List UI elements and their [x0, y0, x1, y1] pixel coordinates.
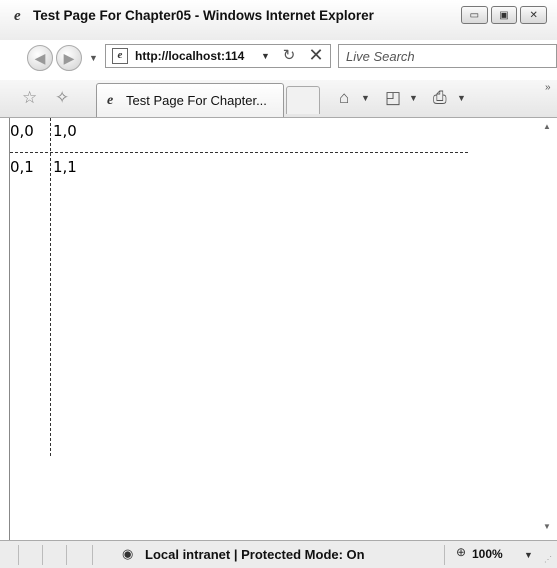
- minimize-button[interactable]: ▭: [461, 6, 488, 24]
- zoom-level[interactable]: 100%: [472, 547, 503, 561]
- address-input[interactable]: http://localhost:114: [135, 49, 244, 63]
- address-bar[interactable]: e http://localhost:114 ▼ ↻ ✕: [105, 44, 331, 68]
- new-tab-button[interactable]: [286, 86, 320, 114]
- navigation-bar: ◀ ▶ ▼ e http://localhost:114 ▼ ↻ ✕ Live …: [0, 40, 557, 80]
- stop-icon[interactable]: ✕: [305, 45, 327, 65]
- vertical-dashed-border: [50, 118, 51, 456]
- status-divider: [42, 545, 43, 565]
- print-dropdown-icon[interactable]: ▼: [457, 93, 466, 103]
- maximize-button[interactable]: ▣: [490, 6, 518, 24]
- title-bar: e Test Page For Chapter05 - Windows Inte…: [0, 0, 557, 40]
- status-divider: [18, 545, 19, 565]
- vertical-scrollbar[interactable]: ▲ ▼: [539, 118, 557, 540]
- tab-label: Test Page For Chapter...: [126, 93, 267, 108]
- scroll-down-arrow-icon[interactable]: ▼: [543, 522, 551, 531]
- cell-0-1: 0,1: [10, 158, 34, 176]
- refresh-icon[interactable]: ↻: [278, 46, 300, 66]
- window-title: Test Page For Chapter05 - Windows Intern…: [33, 8, 374, 23]
- network-zone-icon: ◉: [122, 546, 134, 561]
- back-button[interactable]: ◀: [27, 45, 53, 71]
- zoom-dropdown-icon[interactable]: ▼: [524, 550, 533, 560]
- horizontal-dashed-border: [10, 152, 468, 153]
- cell-1-1: 1,1: [53, 158, 77, 176]
- window-controls: ▭ ▣ ✕: [461, 6, 548, 26]
- status-divider: [92, 545, 93, 565]
- tab-page-icon: e: [107, 93, 114, 108]
- status-bar: ◉ Local intranet | Protected Mode: On ⊕ …: [0, 540, 557, 568]
- status-divider: [66, 545, 67, 565]
- add-favorite-icon[interactable]: ✧: [55, 88, 69, 108]
- scroll-up-arrow-icon[interactable]: ▲: [543, 122, 551, 131]
- search-placeholder: Live Search: [346, 49, 415, 64]
- recent-pages-dropdown-icon[interactable]: ▼: [89, 53, 98, 63]
- feeds-dropdown-icon[interactable]: ▼: [409, 93, 418, 103]
- ie-window: e Test Page For Chapter05 - Windows Inte…: [0, 0, 557, 568]
- resize-grip-icon[interactable]: ⋰: [544, 555, 552, 564]
- forward-button[interactable]: ▶: [56, 45, 82, 71]
- cell-0-0: 0,0: [10, 122, 34, 140]
- feeds-icon[interactable]: ◰: [385, 88, 401, 108]
- security-zone-text[interactable]: Local intranet | Protected Mode: On: [145, 547, 365, 562]
- tab-bar: ☆ ✧ e Test Page For Chapter... ⌂ ▼ ◰ ▼ ⎙…: [0, 80, 557, 118]
- favorites-star-icon[interactable]: ☆: [22, 88, 37, 108]
- address-dropdown-icon[interactable]: ▼: [261, 51, 270, 61]
- zoom-icon[interactable]: ⊕: [456, 545, 466, 559]
- print-icon[interactable]: ⎙: [433, 88, 447, 108]
- home-dropdown-icon[interactable]: ▼: [361, 93, 370, 103]
- toolbar-overflow-icon[interactable]: »: [545, 82, 551, 93]
- cell-1-0: 1,0: [53, 122, 77, 140]
- search-input[interactable]: Live Search: [338, 44, 557, 68]
- tab-active[interactable]: e Test Page For Chapter...: [96, 83, 284, 117]
- page-content: 0,0 1,0 0,1 1,1: [9, 118, 540, 540]
- ie-logo-icon: e: [14, 8, 21, 24]
- status-divider: [444, 545, 445, 565]
- page-icon: e: [112, 48, 128, 64]
- home-icon[interactable]: ⌂: [339, 88, 349, 108]
- close-button[interactable]: ✕: [520, 6, 548, 24]
